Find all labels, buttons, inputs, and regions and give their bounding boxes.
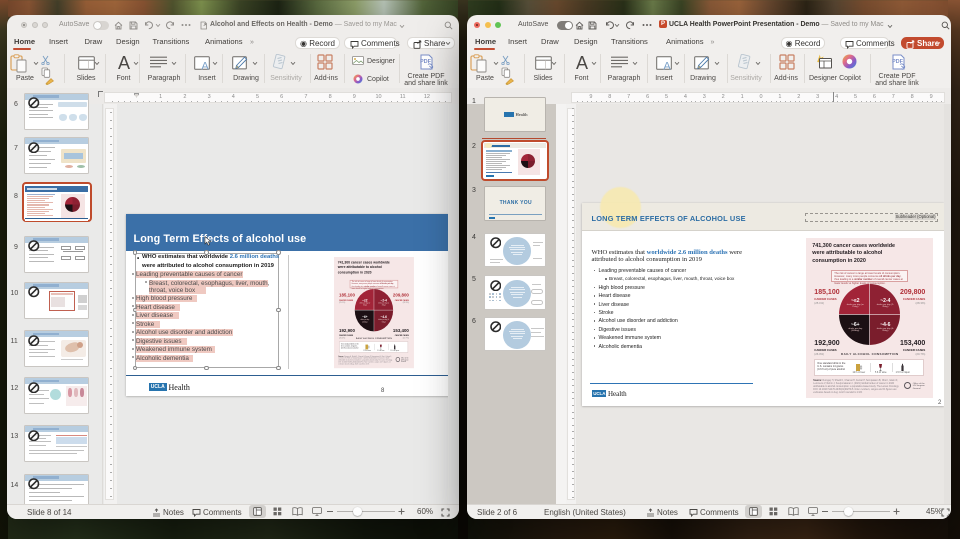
svg-text:A: A	[663, 61, 671, 71]
svg-text:A: A	[576, 54, 588, 71]
svg-text:A: A	[201, 61, 209, 71]
svg-text:A: A	[118, 54, 130, 71]
